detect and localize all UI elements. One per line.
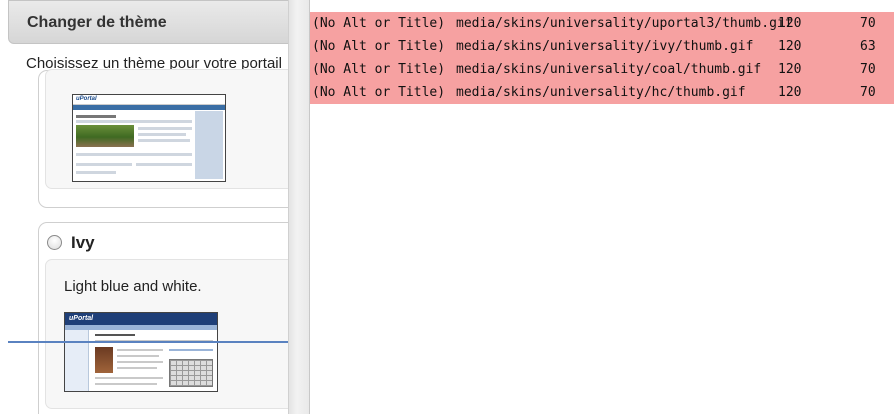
thumb-line <box>169 349 213 351</box>
theme-thumbnail-uportal3: uPortal <box>72 94 226 182</box>
thumb-line <box>95 377 163 379</box>
image-height-cell: 63 <box>860 39 876 54</box>
image-height-cell: 70 <box>860 85 876 100</box>
theme-name-ivy: Ivy <box>71 233 95 252</box>
thumb-hero-image <box>76 125 134 147</box>
table-row: (No Alt or Title) media/skins/universali… <box>310 81 894 104</box>
image-width-cell: 120 <box>778 85 802 100</box>
image-alt-cell: (No Alt or Title) <box>312 85 446 100</box>
theme-description-ivy: Light blue and white. <box>64 278 202 295</box>
thumb-logo: uPortal <box>76 96 97 102</box>
thumb-sidebar <box>195 111 223 179</box>
image-width-cell: 120 <box>778 62 802 77</box>
image-path-cell: media/skins/universality/coal/thumb.gif <box>456 62 762 77</box>
thumb-calendar <box>169 359 213 387</box>
thumb-sidebar <box>65 330 89 391</box>
theme-thumbnail-ivy: uPortal <box>64 312 218 392</box>
thumb-nav-bar <box>73 105 225 110</box>
guide-line <box>8 341 288 343</box>
thumb-line <box>117 349 163 351</box>
theme-option-uportal3[interactable]: uPortal <box>38 69 288 208</box>
image-alt-cell: (No Alt or Title) <box>312 62 446 77</box>
image-height-cell: 70 <box>860 16 876 31</box>
image-path-cell: media/skins/universality/hc/thumb.gif <box>456 85 746 100</box>
thumb-line <box>76 153 192 156</box>
image-alt-cell: (No Alt or Title) <box>312 39 446 54</box>
thumb-line <box>138 133 186 136</box>
thumb-line <box>117 367 157 369</box>
pane-divider[interactable] <box>288 0 310 414</box>
thumb-line <box>76 163 132 166</box>
thumb-heading <box>76 115 116 118</box>
thumb-line <box>76 120 192 123</box>
table-row: (No Alt or Title) media/skins/universali… <box>310 12 894 35</box>
theme-preview-box: uPortal <box>45 69 288 189</box>
image-alt-cell: (No Alt or Title) <box>312 16 446 31</box>
thumb-line <box>136 163 192 166</box>
thumb-photo <box>95 347 113 373</box>
theme-panel-title: Changer de thème <box>27 14 167 31</box>
image-info-table: (No Alt or Title) media/skins/universali… <box>310 12 894 104</box>
table-row: (No Alt or Title) media/skins/universali… <box>310 35 894 58</box>
image-path-cell: media/skins/universality/ivy/thumb.gif <box>456 39 754 54</box>
image-path-cell: media/skins/universality/uportal3/thumb.… <box>456 16 793 31</box>
theme-option-ivy[interactable]: Ivy Light blue and white. uPortal <box>38 222 288 414</box>
thumb-header: uPortal <box>73 95 225 105</box>
thumb-line <box>117 355 159 357</box>
thumb-line <box>117 361 163 363</box>
thumb-header: uPortal <box>65 313 217 325</box>
theme-panel-header: Changer de thème <box>8 0 288 44</box>
thumb-content <box>76 113 192 179</box>
thumb-line <box>76 171 116 174</box>
image-height-cell: 70 <box>860 62 876 77</box>
theme-preview-box: Light blue and white. uPortal <box>45 259 288 409</box>
thumb-line <box>95 383 157 385</box>
image-width-cell: 120 <box>778 16 802 31</box>
image-info-pane: (No Alt or Title) media/skins/universali… <box>310 0 894 414</box>
thumb-heading <box>95 334 135 336</box>
table-row: (No Alt or Title) media/skins/universali… <box>310 58 894 81</box>
image-width-cell: 120 <box>778 39 802 54</box>
thumb-logo: uPortal <box>69 315 94 322</box>
theme-selector-pane: Changer de thème Choisissez un thème pou… <box>0 0 288 414</box>
thumb-line <box>138 139 190 142</box>
theme-radio-ivy[interactable] <box>47 235 62 250</box>
thumb-line <box>138 127 192 130</box>
